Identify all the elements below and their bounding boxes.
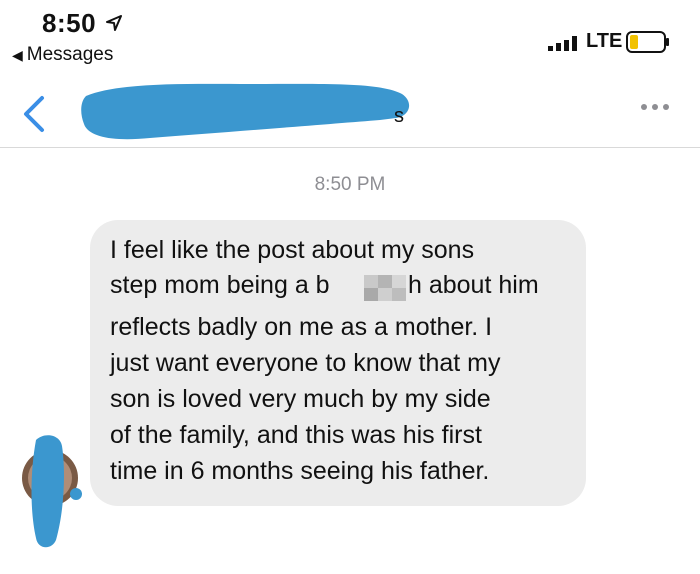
message-timestamp: 8:50 PM bbox=[314, 174, 386, 195]
message-line: I feel like the post about my sons bbox=[110, 236, 475, 264]
message-line: h about him bbox=[408, 271, 539, 299]
signal-strength-icon bbox=[548, 36, 577, 51]
message-line: step mom being a b bbox=[110, 271, 330, 299]
message-line: of the family, and this was his first bbox=[110, 421, 482, 449]
back-to-app-link[interactable]: ◀ Messages bbox=[12, 44, 113, 66]
message-line: just want everyone to know that my bbox=[110, 349, 501, 377]
censor-pixelation bbox=[364, 275, 406, 301]
location-arrow-icon bbox=[106, 15, 122, 31]
avatar[interactable] bbox=[18, 432, 82, 552]
status-bar: 8:50 ◀ Messages LTE bbox=[0, 0, 700, 80]
message-line: son is loved very much by my side bbox=[110, 385, 491, 413]
chevron-left-icon[interactable] bbox=[20, 94, 50, 134]
ellipsis-icon[interactable] bbox=[640, 102, 670, 112]
message-line: reflects badly on me as a mother. I bbox=[110, 313, 493, 341]
svg-text:s: s bbox=[394, 105, 404, 127]
back-app-label: Messages bbox=[26, 44, 114, 65]
message-line: time in 6 months seeing his father. bbox=[110, 457, 490, 485]
battery-icon bbox=[626, 31, 669, 53]
status-time: 8:50 bbox=[42, 8, 97, 38]
conversation-header: s bbox=[0, 80, 700, 146]
back-triangle-icon: ◀ bbox=[12, 47, 23, 63]
header-divider bbox=[0, 147, 700, 148]
carrier-label: LTE bbox=[586, 30, 623, 52]
contact-name-redaction[interactable]: s bbox=[80, 80, 420, 146]
